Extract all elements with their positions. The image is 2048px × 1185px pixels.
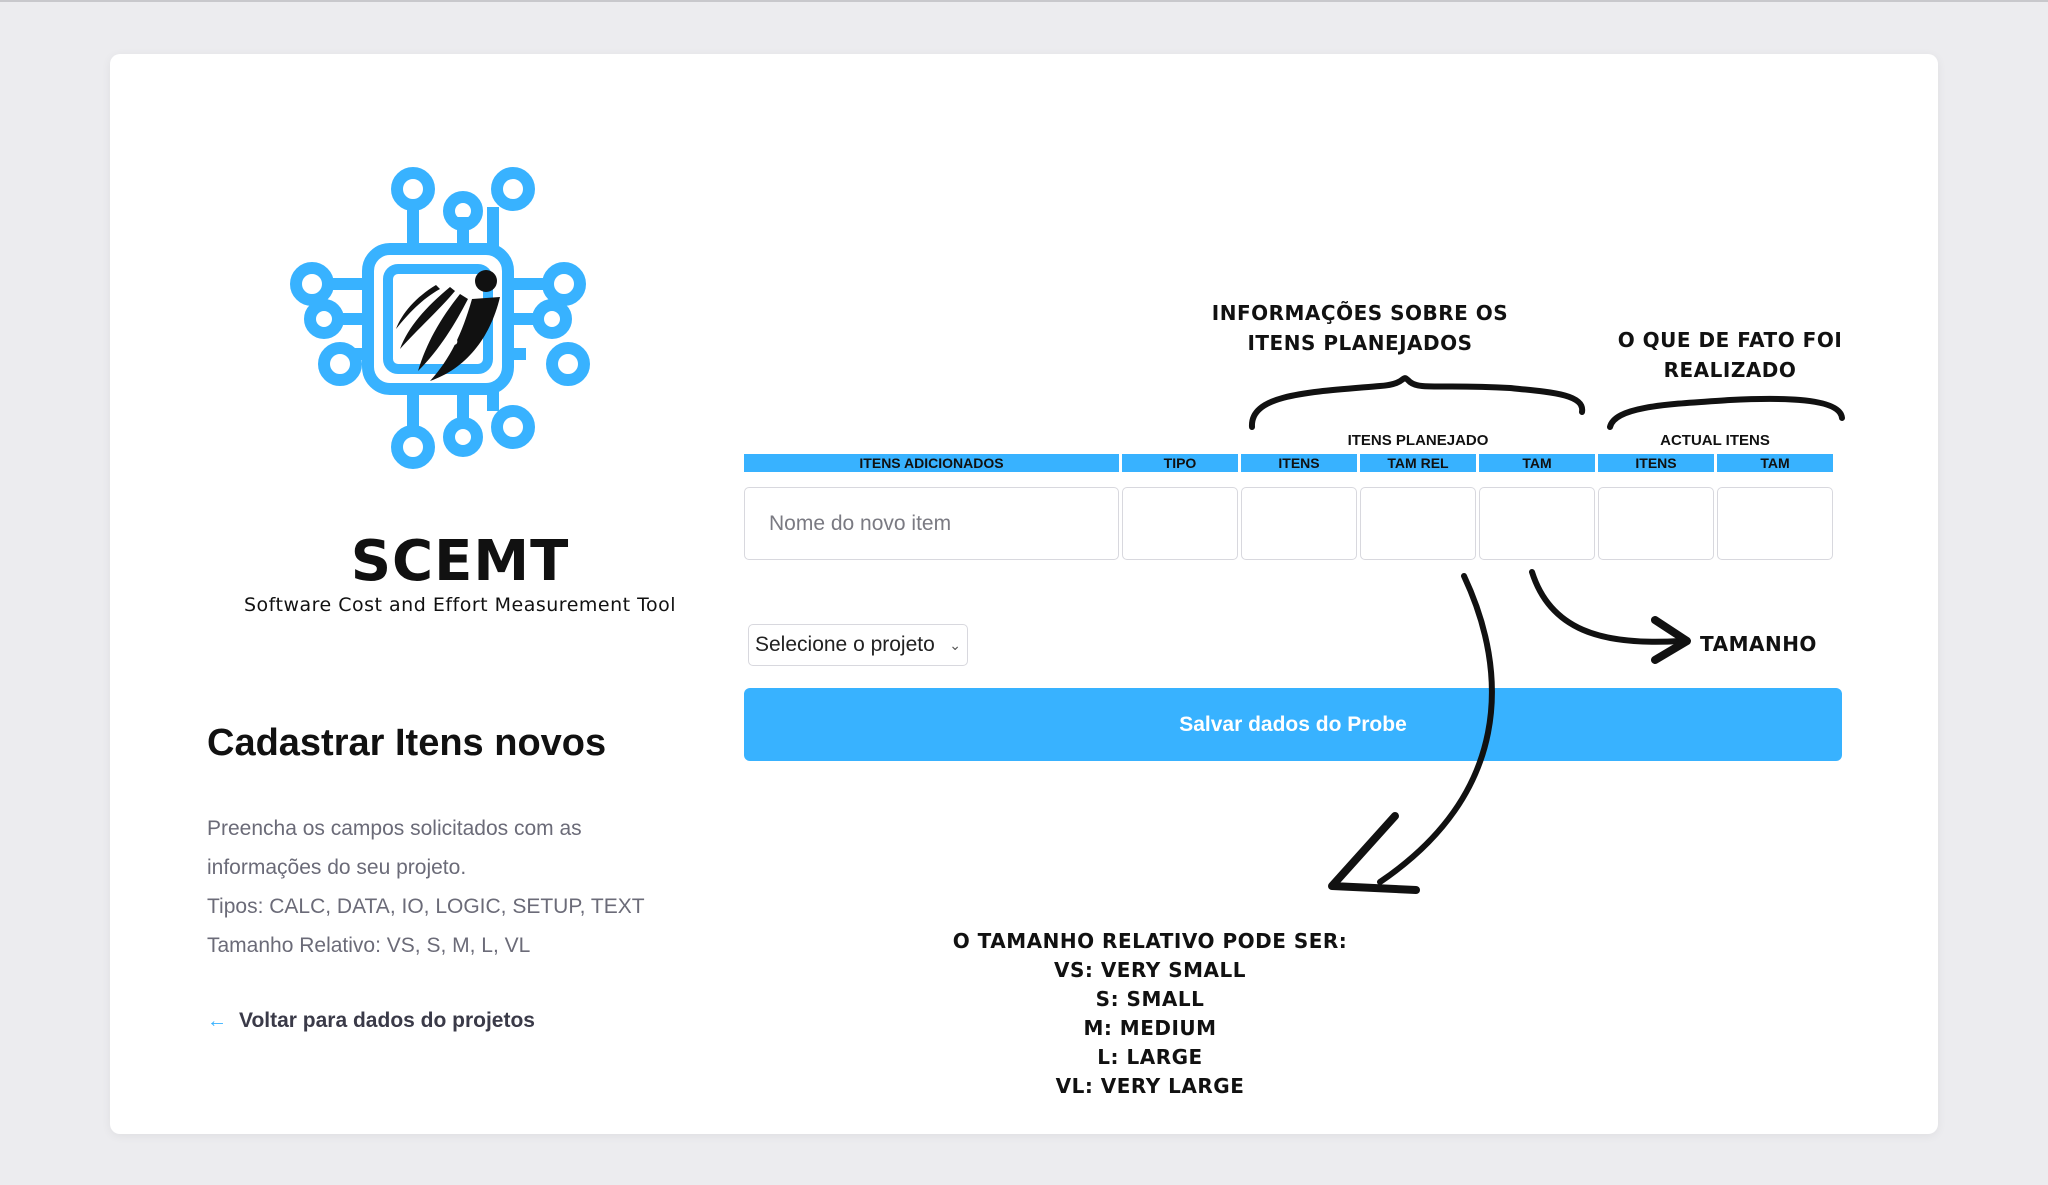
tam-rel-input[interactable] (1360, 487, 1476, 560)
annotation-line: ITENS PLANEJADOS (1247, 331, 1473, 355)
project-select[interactable]: Selecione o projeto ⌄ (748, 624, 968, 666)
logo-title: SCEMT (350, 529, 570, 594)
annotation-actual-info: O QUE DE FATO FOI REALIZADO (1610, 325, 1850, 385)
col-header-tipo: TIPO (1122, 454, 1238, 472)
description-line: Tamanho Relativo: VS, S, M, L, VL (207, 934, 531, 957)
col-header-itens-actual: ITENS (1598, 454, 1714, 472)
brace-planned (1248, 375, 1586, 430)
tipo-input[interactable] (1122, 487, 1238, 560)
annotation-line: O QUE DE FATO FOI (1617, 328, 1843, 352)
arrow-head-tamanho (1651, 616, 1691, 664)
itens-actual-input[interactable] (1598, 487, 1714, 560)
group-header-planned: ITENS PLANEJADO (1347, 432, 1489, 449)
annotation-line: M: MEDIUM (1083, 1016, 1217, 1040)
annotation-line: REALIZADO (1663, 358, 1797, 382)
table-header-row: ITENS ADICIONADOS TIPO ITENS TAM REL TAM… (744, 454, 1833, 472)
tam-actual-input[interactable] (1717, 487, 1833, 560)
chevron-down-icon: ⌄ (949, 637, 961, 653)
annotation-line: INFORMAÇÕES SOBRE OS (1211, 301, 1509, 325)
page-title: Cadastrar Itens novos (207, 722, 607, 764)
arrow-left-icon: ← (207, 1009, 227, 1032)
col-header-tam-actual: TAM (1717, 454, 1833, 472)
arrow-to-tamanho (1529, 569, 1683, 645)
brace-actual (1607, 395, 1845, 430)
annotation-tamanho: TAMANHO (1700, 632, 1817, 656)
logo-subtitle: Software Cost and Effort Measurement Too… (243, 594, 677, 616)
annotation-line: L: LARGE (1097, 1045, 1203, 1069)
description-line: informações do seu projeto. (207, 856, 467, 879)
tam-planejado-input[interactable] (1479, 487, 1595, 560)
new-item-row: Nome do novo item (744, 487, 1833, 560)
save-probe-button[interactable]: Salvar dados do Probe (744, 688, 1842, 761)
annotation-line: VS: VERY SMALL (1053, 958, 1246, 982)
back-link-label: Voltar para dados do projetos (239, 1009, 535, 1032)
annotation-line: S: SMALL (1095, 987, 1205, 1011)
annotation-relative-size: O TAMANHO RELATIVO PODE SER: VS: VERY SM… (950, 927, 1350, 1101)
itens-planejado-input[interactable] (1241, 487, 1357, 560)
main-card: $ SCEMT Software Cost and Effort Measure… (110, 54, 1938, 1134)
circuit-chip-logo-icon: $ (290, 167, 590, 469)
svg-text:$: $ (446, 329, 459, 350)
description-line: Preencha os campos solicitados com as (207, 817, 582, 840)
col-header-tam-planejado: TAM (1479, 454, 1595, 472)
back-to-projects-link[interactable]: ← Voltar para dados do projetos (207, 1009, 535, 1033)
col-header-itens-planejado: ITENS (1241, 454, 1357, 472)
annotation-line: VL: VERY LARGE (1055, 1074, 1245, 1098)
arrow-head-relative-size (1328, 812, 1420, 894)
col-header-tam-rel: TAM REL (1360, 454, 1476, 472)
annotation-line: O TAMANHO RELATIVO PODE SER: (952, 929, 1348, 953)
description-line: Tipos: CALC, DATA, IO, LOGIC, SETUP, TEX… (207, 895, 645, 918)
project-select-value: Selecione o projeto (755, 633, 935, 656)
annotation-planned-info: INFORMAÇÕES SOBRE OS ITENS PLANEJADOS (1210, 298, 1510, 358)
col-header-itens-adicionados: ITENS ADICIONADOS (744, 454, 1119, 472)
group-header-actual: ACTUAL ITENS (1660, 432, 1770, 449)
new-item-name-input[interactable]: Nome do novo item (744, 487, 1119, 560)
page-description: Preencha os campos solicitados com as in… (207, 809, 707, 965)
